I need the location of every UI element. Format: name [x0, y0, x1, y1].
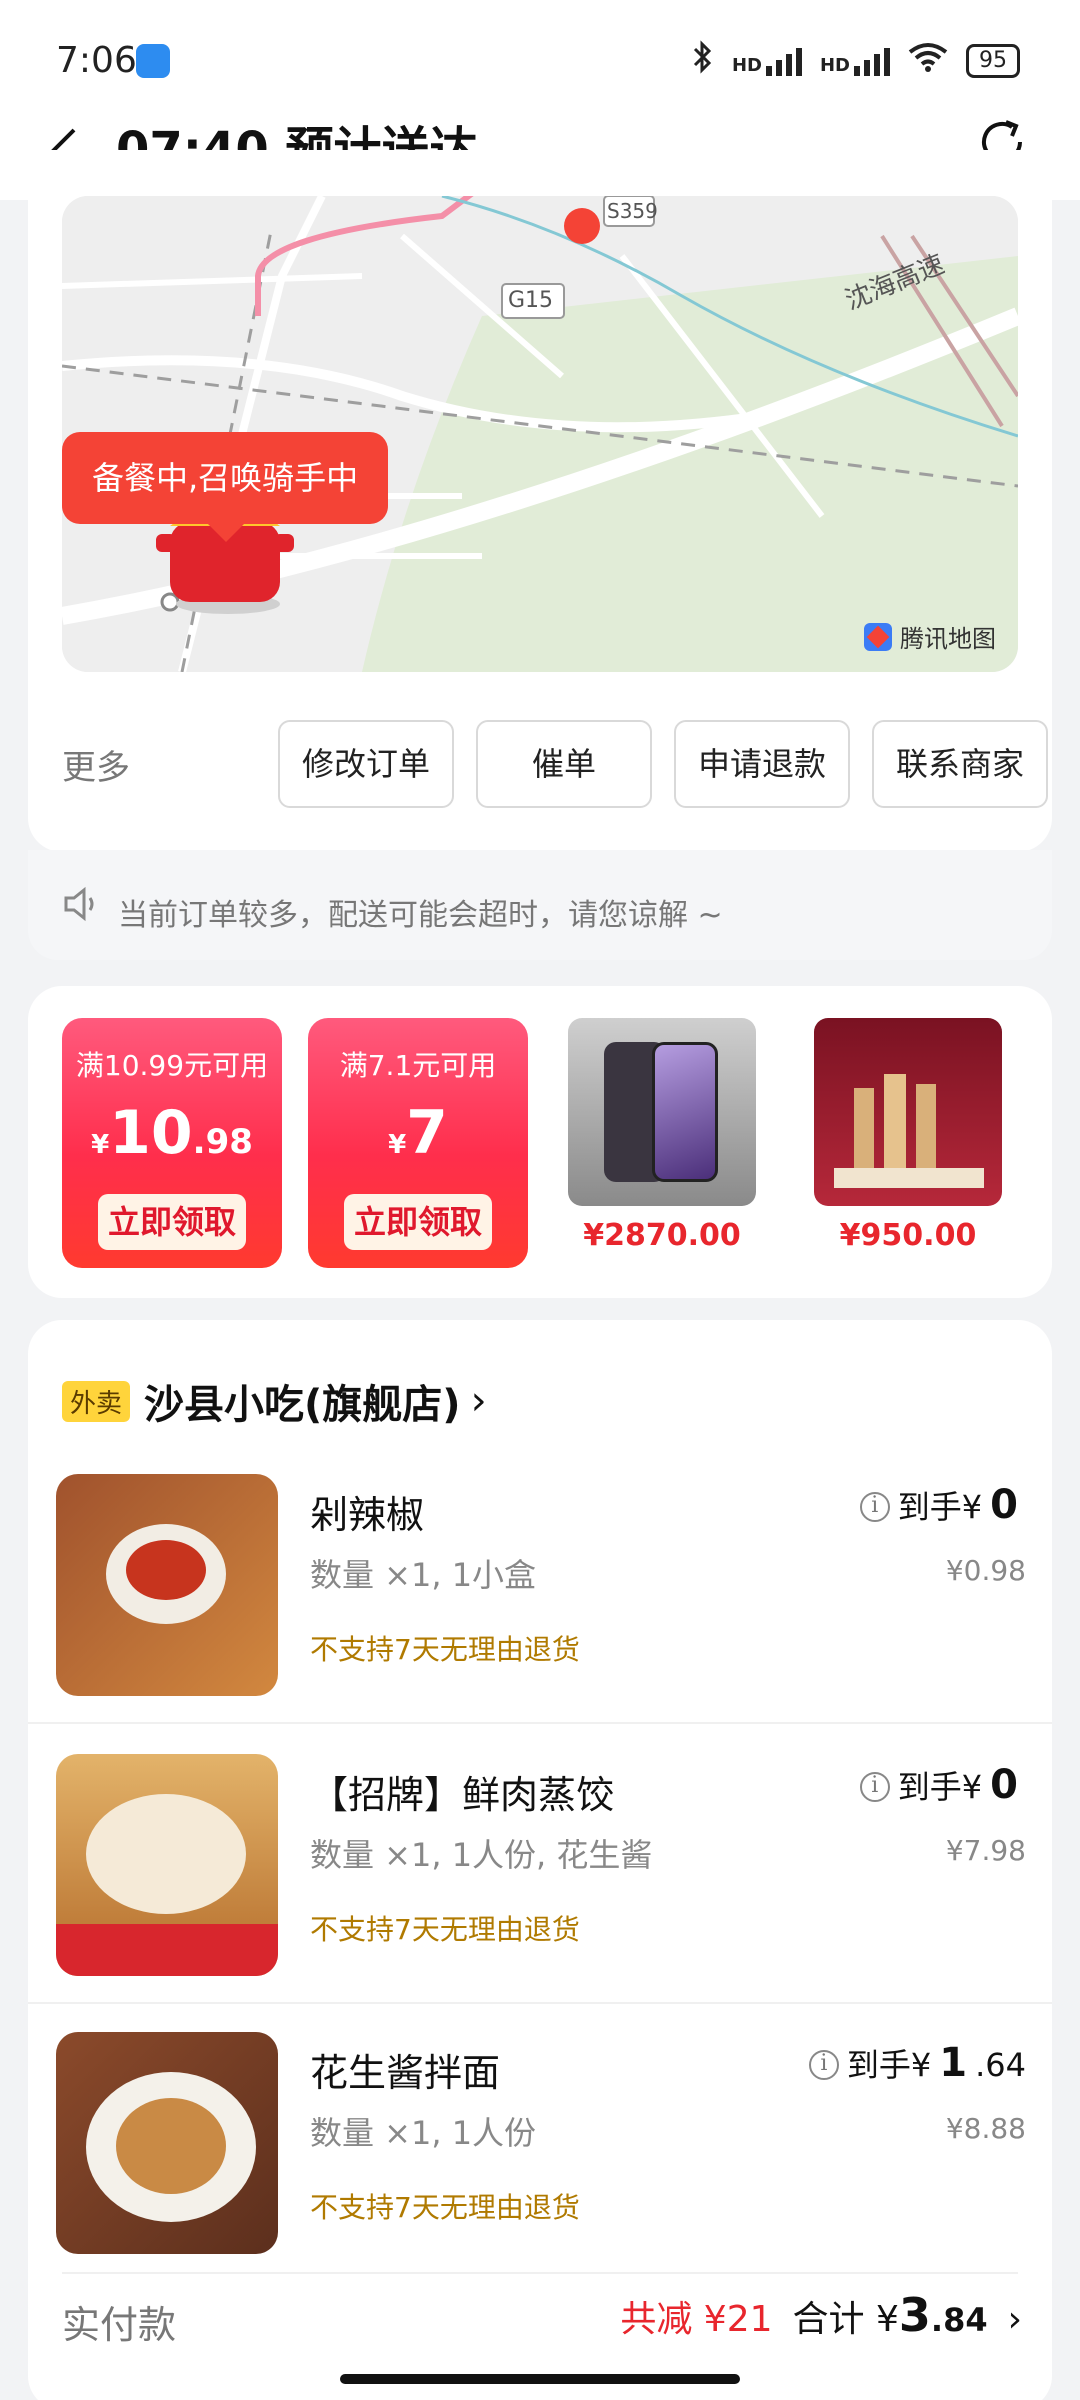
- total-discount: 共减 ¥21: [620, 2299, 773, 2340]
- info-icon[interactable]: [859, 1772, 890, 1802]
- claim-coupon-button[interactable]: 立即领取: [344, 1194, 492, 1250]
- product-price: ¥950.00: [839, 1218, 977, 1253]
- product-cosmetics[interactable]: ¥950.00: [814, 1018, 1002, 1253]
- modify-order-button[interactable]: 修改订单: [278, 720, 454, 808]
- coupon-condition: 满7.1元可用: [339, 1049, 497, 1082]
- wifi-icon: [908, 42, 948, 79]
- coupon-condition: 满10.99元可用: [75, 1049, 269, 1082]
- delivery-tag: 外卖: [62, 1380, 131, 1422]
- coupon-amount: ¥10.98: [91, 1098, 253, 1168]
- item-net-price: 到手¥0: [859, 1762, 1026, 1808]
- item-net-price: 到手¥1.64: [808, 2040, 1026, 2086]
- store-header[interactable]: 外卖 沙县小吃(旗舰店) ›: [62, 1372, 487, 1430]
- phone-product-image: [568, 1018, 756, 1206]
- return-policy: 不支持7天无理由退货: [310, 1633, 580, 1666]
- cell-signal-1-icon: HD: [732, 46, 802, 76]
- chevron-right-icon[interactable]: ›: [471, 1378, 487, 1424]
- app-notification-icon: [136, 44, 170, 78]
- speaker-icon: [62, 884, 102, 924]
- home-indicator[interactable]: [340, 2374, 740, 2384]
- more-label[interactable]: 更多: [62, 740, 130, 789]
- item-original-price: ¥8.88: [945, 2112, 1026, 2145]
- return-policy: 不支持7天无理由退货: [310, 1913, 580, 1946]
- item-original-price: ¥0.98: [945, 1554, 1026, 1587]
- divider: [28, 1722, 1052, 1724]
- item-net-price: 到手¥0: [859, 1482, 1026, 1528]
- item-meta: 数量 ×1, 1人份: [310, 2114, 537, 2152]
- claim-coupon-button[interactable]: 立即领取: [98, 1194, 246, 1250]
- item-meta: 数量 ×1, 1小盒: [310, 1556, 537, 1594]
- item-name: 剁辣椒: [310, 1493, 425, 1537]
- urge-order-button[interactable]: 催单: [476, 720, 652, 808]
- summary-amounts[interactable]: 共减 ¥21 合计 ¥3.84 ›: [620, 2288, 1022, 2342]
- order-actions: 更多 修改订单 催单 申请退款 联系商家: [62, 720, 1048, 810]
- bluetooth-icon: [692, 40, 714, 81]
- return-policy: 不支持7天无理由退货: [310, 2191, 580, 2224]
- paid-label: 实付款: [62, 2303, 177, 2347]
- map-road-label-g15: G15: [508, 288, 554, 313]
- store-name[interactable]: 沙县小吃(旗舰店): [144, 1372, 461, 1430]
- order-status-bubble: 备餐中,召唤骑手中: [62, 432, 389, 542]
- order-item[interactable]: 【招牌】鲜肉蒸饺 数量 ×1, 1人份, 花生酱 不支持7天无理由退货 到手¥0…: [28, 1746, 1052, 2022]
- tencent-map-icon: [864, 622, 892, 651]
- product-phone[interactable]: ¥2870.00: [568, 1018, 756, 1253]
- info-icon[interactable]: [859, 1492, 890, 1522]
- item-original-price: ¥7.98: [945, 1834, 1026, 1867]
- coupon-card[interactable]: 满10.99元可用 ¥10.98 立即领取: [62, 1018, 282, 1268]
- promo-card: 满10.99元可用 ¥10.98 立即领取 满7.1元可用 ¥7 立即领取 ¥2…: [28, 986, 1052, 1298]
- status-time: 7:06: [56, 40, 137, 81]
- order-item[interactable]: 剁辣椒 数量 ×1, 1小盒 不支持7天无理由退货 到手¥0 ¥0.98: [28, 1466, 1052, 1742]
- total-amount: 合计 ¥3.84: [792, 2288, 988, 2342]
- payment-summary[interactable]: 实付款 共减 ¥21 合计 ¥3.84 ›: [28, 2270, 1052, 2390]
- battery-indicator: 95: [966, 43, 1020, 78]
- item-name: 花生酱拌面: [310, 2051, 501, 2095]
- product-price: ¥2870.00: [583, 1218, 741, 1253]
- map-provider-logo: 腾讯地图: [864, 619, 996, 654]
- item-name: 【招牌】鲜肉蒸饺: [310, 1773, 615, 1817]
- item-image: [56, 1474, 278, 1696]
- notice-text: 当前订单较多，配送可能会超时，请您谅解 ~: [118, 898, 723, 933]
- delivery-map[interactable]: 沈海高速 G15 S359 备餐中,召唤骑手中 腾讯地图: [62, 196, 1018, 672]
- order-item[interactable]: 花生酱拌面 数量 ×1, 1人份 不支持7天无理由退货 到手¥1.64 ¥8.8…: [28, 2024, 1052, 2300]
- request-refund-button[interactable]: 申请退款: [674, 720, 850, 808]
- item-image: [56, 2032, 278, 2254]
- delay-notice: 当前订单较多，配送可能会超时，请您谅解 ~: [28, 850, 1052, 960]
- status-indicators: HD HD 95: [692, 40, 1020, 81]
- contact-merchant-button[interactable]: 联系商家: [872, 720, 1048, 808]
- coupon-card[interactable]: 满7.1元可用 ¥7 立即领取: [308, 1018, 528, 1268]
- delivery-map-card: 沈海高速 G15 S359 备餐中,召唤骑手中 腾讯地图 更多 修改订单 催单 …: [28, 150, 1052, 852]
- cell-signal-2-icon: HD: [820, 46, 890, 76]
- divider: [28, 2002, 1052, 2004]
- order-details-card: 外卖 沙县小吃(旗舰店) › 剁辣椒 数量 ×1, 1小盒 不支持7天无理由退货…: [28, 1320, 1052, 2400]
- coupon-amount: ¥7: [388, 1098, 448, 1168]
- item-meta: 数量 ×1, 1人份, 花生酱: [310, 1836, 653, 1874]
- cosmetics-product-image: [814, 1018, 1002, 1206]
- map-road-label-s359: S359: [607, 199, 658, 223]
- info-icon[interactable]: [808, 2050, 839, 2080]
- item-image: [56, 1754, 278, 1976]
- chevron-right-icon[interactable]: ›: [1008, 2299, 1022, 2340]
